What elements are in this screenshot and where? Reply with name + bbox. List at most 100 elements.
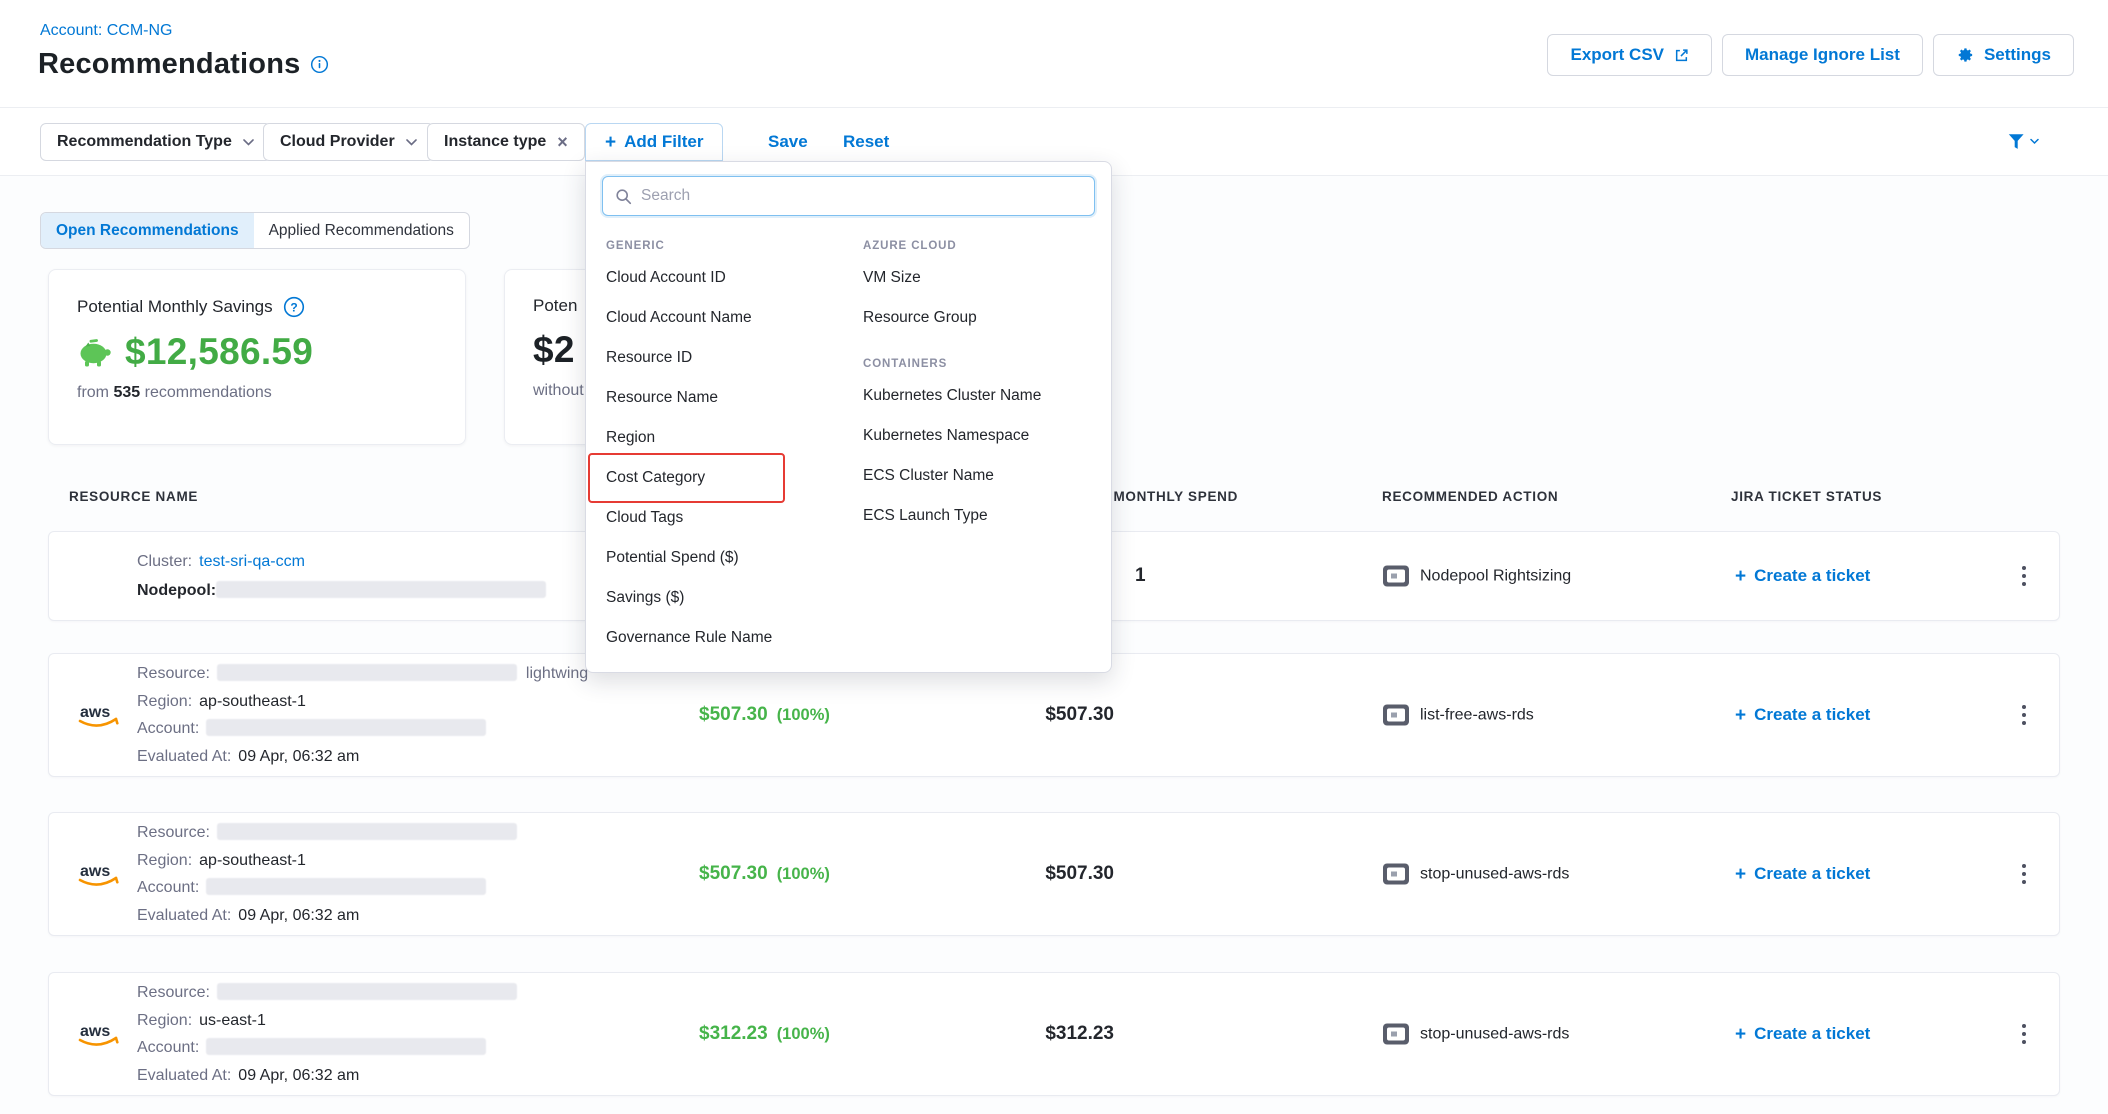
aws-icon: aws	[75, 859, 121, 889]
recommended-action-cell: stop-unused-aws-rds	[1383, 864, 1569, 885]
manage-ignore-list-label: Manage Ignore List	[1745, 45, 1900, 65]
tab-open-recommendations[interactable]: Open Recommendations	[41, 213, 254, 248]
cluster-link[interactable]: test-sri-qa-ccm	[199, 553, 305, 570]
export-csv-label: Export CSV	[1570, 45, 1664, 65]
aws-icon: aws	[75, 1019, 121, 1049]
menu-item-kubernetes-cluster-name[interactable]: Kubernetes Cluster Name	[863, 376, 1103, 416]
row-menu-kebab-icon[interactable]	[2006, 1016, 2042, 1052]
filter-search-box[interactable]	[602, 176, 1095, 216]
reset-button[interactable]: Reset	[843, 132, 889, 152]
plus-icon: +	[1735, 865, 1746, 884]
savings-percent: (100%)	[777, 865, 830, 884]
resource-name-cell: Resource:lightwing Region:ap-southeast-1…	[137, 654, 595, 776]
save-button[interactable]: Save	[768, 132, 808, 152]
plus-icon: +	[605, 133, 616, 152]
menu-item-resource-group[interactable]: Resource Group	[863, 298, 1103, 338]
account-breadcrumb[interactable]: Account: CCM-NG	[40, 22, 172, 40]
menu-item-vm-size[interactable]: VM Size	[863, 258, 1103, 298]
chevron-down-icon	[406, 139, 417, 146]
menu-item-ecs-cluster-name[interactable]: ECS Cluster Name	[863, 456, 1103, 496]
create-ticket-button[interactable]: + Create a ticket	[1735, 566, 1870, 586]
filter-chip-instance-type[interactable]: Instance type ×	[427, 123, 585, 161]
menu-section-heading-containers: CONTAINERS	[863, 352, 1103, 376]
menu-item-cloud-account-name[interactable]: Cloud Account Name	[606, 298, 856, 338]
resource-name-cell: Resource: Region:ap-southeast-1 Account:…	[137, 813, 517, 935]
action-icon	[1383, 864, 1409, 885]
menu-item-region[interactable]: Region	[606, 418, 856, 458]
monthly-savings-value: $312.23	[699, 1023, 768, 1045]
savings-percent: (100%)	[777, 706, 830, 725]
create-ticket-label: Create a ticket	[1754, 864, 1870, 884]
column-header-jira-ticket-status: JIRA TICKET STATUS	[1731, 489, 1882, 504]
column-header-recommended-action: RECOMMENDED ACTION	[1382, 489, 1558, 504]
search-input[interactable]	[641, 187, 1082, 205]
menu-item-cloud-tags[interactable]: Cloud Tags	[606, 498, 856, 538]
chip-label: Instance type	[444, 133, 546, 151]
menu-item-potential-spend[interactable]: Potential Spend ($)	[606, 538, 856, 578]
cluster-label: Cluster:	[137, 553, 192, 570]
action-label: list-free-aws-rds	[1420, 706, 1534, 724]
nodepool-label: Nodepool:	[137, 582, 216, 599]
menu-column-generic: GENERIC Cloud Account ID Cloud Account N…	[606, 226, 856, 658]
menu-item-cost-category[interactable]: Cost Category	[606, 458, 856, 498]
gear-icon	[1956, 46, 1974, 64]
menu-item-ecs-launch-type[interactable]: ECS Launch Type	[863, 496, 1103, 536]
resource-label: Resource:	[137, 984, 210, 1001]
menu-item-governance-rule-name[interactable]: Governance Rule Name	[606, 618, 856, 658]
info-icon[interactable]	[310, 55, 329, 74]
chip-label: Cloud Provider	[280, 133, 395, 151]
redacted-value	[217, 823, 517, 840]
region-label: Region:	[137, 1012, 192, 1029]
manage-ignore-list-button[interactable]: Manage Ignore List	[1722, 34, 1923, 76]
create-ticket-button[interactable]: + Create a ticket	[1735, 864, 1870, 884]
redacted-value	[206, 878, 486, 895]
monthly-savings-cell: $507.30 (100%)	[699, 704, 830, 726]
menu-item-savings[interactable]: Savings ($)	[606, 578, 856, 618]
row-menu-kebab-icon[interactable]	[2006, 558, 2042, 594]
menu-column-azure-containers: AZURE CLOUD VM Size Resource Group CONTA…	[863, 226, 1103, 536]
redacted-value	[206, 719, 486, 736]
plus-icon: +	[1735, 1025, 1746, 1044]
row-menu-kebab-icon[interactable]	[2006, 856, 2042, 892]
table-row[interactable]: aws Resource: Region:ap-southeast-1 Acco…	[48, 812, 2060, 936]
evaluated-at-value: 09 Apr, 06:32 am	[238, 748, 359, 765]
svg-text:aws: aws	[80, 704, 110, 721]
table-row[interactable]: aws Resource: Region:us-east-1 Account: …	[48, 972, 2060, 1096]
help-icon[interactable]: ?	[283, 296, 305, 318]
menu-item-cloud-account-id[interactable]: Cloud Account ID	[606, 258, 856, 298]
funnel-icon	[2008, 133, 2027, 150]
filter-panel-toggle[interactable]	[2008, 133, 2039, 150]
svg-text:aws: aws	[80, 1023, 110, 1040]
menu-item-kubernetes-namespace[interactable]: Kubernetes Namespace	[863, 416, 1103, 456]
account-label: Account:	[137, 1039, 199, 1056]
settings-button[interactable]: Settings	[1933, 34, 2074, 76]
resource-visible-text: lightwing	[526, 665, 588, 682]
monthly-savings-value: $507.30	[699, 704, 768, 726]
plus-icon: +	[1735, 567, 1746, 586]
action-label: Nodepool Rightsizing	[1420, 567, 1571, 585]
create-ticket-label: Create a ticket	[1754, 1024, 1870, 1044]
menu-section-heading-generic: GENERIC	[606, 234, 856, 258]
page-title: Recommendations	[38, 48, 300, 81]
monthly-savings-amount: $12,586.59	[125, 331, 313, 373]
chip-label: Recommendation Type	[57, 133, 232, 151]
redacted-value	[206, 1038, 486, 1055]
filter-chip-recommendation-type[interactable]: Recommendation Type	[40, 123, 271, 161]
menu-item-resource-name[interactable]: Resource Name	[606, 378, 856, 418]
row-menu-kebab-icon[interactable]	[2006, 697, 2042, 733]
settings-label: Settings	[1984, 45, 2051, 65]
recommendations-tabs: Open Recommendations Applied Recommendat…	[40, 212, 470, 249]
action-icon	[1383, 705, 1409, 726]
filter-chip-cloud-provider[interactable]: Cloud Provider	[263, 123, 434, 161]
redacted-value	[217, 664, 517, 681]
add-filter-button[interactable]: + Add Filter	[585, 123, 723, 161]
tab-applied-recommendations[interactable]: Applied Recommendations	[254, 213, 469, 248]
menu-item-resource-id[interactable]: Resource ID	[606, 338, 856, 378]
close-icon[interactable]: ×	[557, 133, 568, 151]
create-ticket-button[interactable]: + Create a ticket	[1735, 705, 1870, 725]
resource-label: Resource:	[137, 824, 210, 841]
region-label: Region:	[137, 693, 192, 710]
create-ticket-button[interactable]: + Create a ticket	[1735, 1024, 1870, 1044]
export-csv-button[interactable]: Export CSV	[1547, 34, 1712, 76]
recommended-action-cell: Nodepool Rightsizing	[1383, 566, 1571, 587]
